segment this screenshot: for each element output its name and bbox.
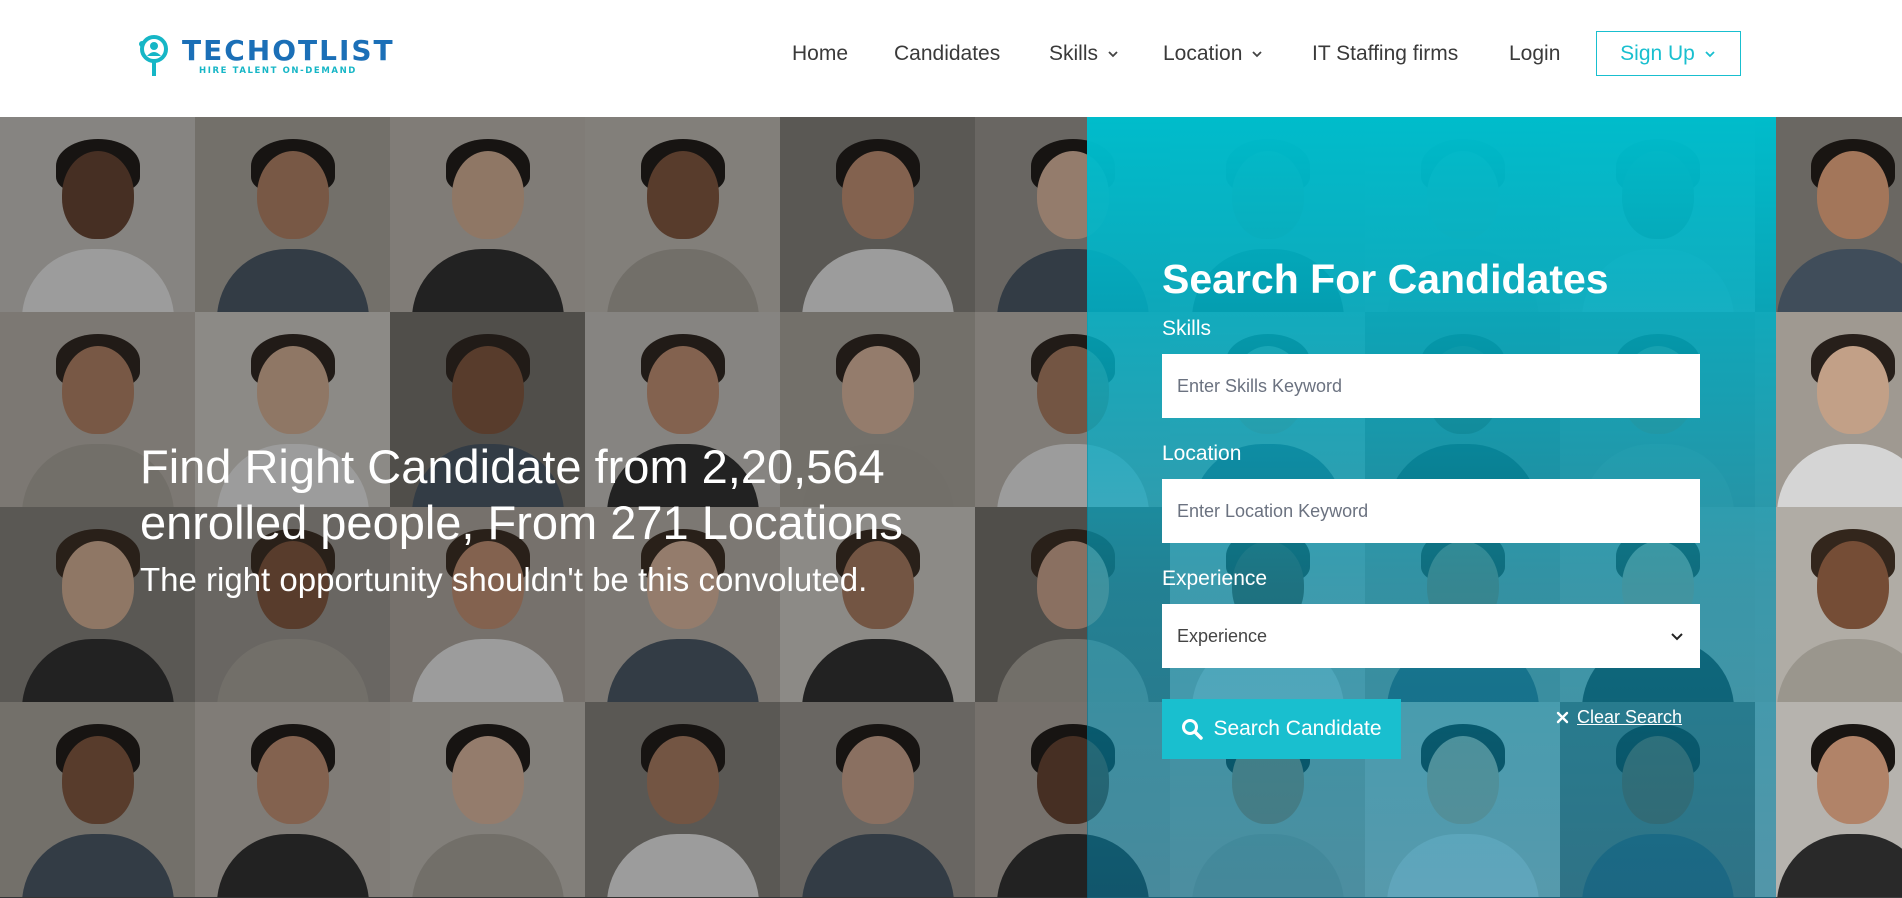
search-candidate-button[interactable]: Search Candidate [1162,699,1401,759]
search-icon [1182,719,1204,740]
logo-tagline: HIRE TALENT ON-DEMAND [199,66,357,76]
close-icon [1556,711,1569,724]
nav-candidates-label: Candidates [894,42,1001,65]
techotlist-logo[interactable]: TECHOTLIST HIRE TALENT ON-DEMAND [138,32,393,82]
signup-label: Sign Up [1620,41,1695,65]
hero-headline: Find Right Candidate from 2,20,564 enrol… [140,440,903,549]
search-button-label: Search Candidate [1213,717,1382,740]
experience-label: Experience [1162,567,1268,590]
location-input[interactable] [1162,479,1700,543]
chevron-down-icon [1705,50,1715,57]
hero-section: Find Right Candidate from 2,20,564 enrol… [0,117,1902,898]
hero-subline: The right opportunity shouldn't be this … [140,561,868,598]
skills-label: Skills [1162,317,1212,340]
nav-skills-label: Skills [1049,42,1099,65]
nav-location-label: Location [1163,42,1243,65]
nav-candidates[interactable]: Candidates [894,42,1000,66]
logo-wordmark: TECHOTLIST [182,34,395,67]
clear-search-link[interactable]: Clear Search [1556,707,1682,728]
site-header: TECHOTLIST HIRE TALENT ON-DEMAND Home Ca… [0,0,1902,117]
signup-dropdown-button[interactable]: Sign Up [1596,31,1741,76]
nav-login[interactable]: Login [1509,42,1560,66]
skills-input[interactable] [1162,354,1700,418]
nav-it-staffing-label: IT Staffing firms [1312,42,1459,65]
nav-it-staffing-firms[interactable]: IT Staffing firms [1312,42,1458,66]
chevron-down-icon [1252,51,1263,58]
nav-skills-dropdown[interactable]: Skills [1049,42,1120,66]
location-label: Location [1162,442,1242,465]
search-form-title: Search For Candidates [1162,256,1609,302]
logo-mark-icon [139,35,168,76]
clear-search-label: Clear Search [1577,707,1683,727]
experience-selected-value: Experience [1177,625,1268,646]
nav-location-dropdown[interactable]: Location [1163,42,1264,66]
nav-home-label: Home [792,42,849,65]
nav-home[interactable]: Home [792,42,848,66]
nav-login-label: Login [1509,42,1561,65]
chevron-down-icon [1108,51,1118,58]
chevron-down-icon [1671,633,1683,641]
hero-right-overlay [1776,117,1902,898]
experience-select[interactable]: Experience [1162,604,1700,668]
